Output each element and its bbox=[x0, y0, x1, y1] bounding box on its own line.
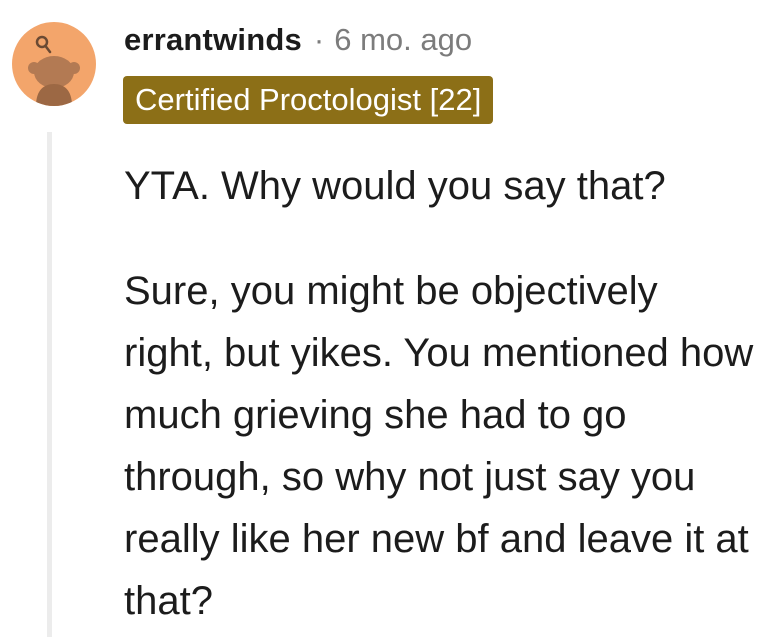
comment: errantwinds · 6 mo. ago Certified Procto… bbox=[0, 0, 765, 637]
comment-body: YTA. Why would you say that? Sure, you m… bbox=[124, 155, 754, 632]
comment-meta: errantwinds · 6 mo. ago bbox=[124, 18, 472, 62]
user-flair: Certified Proctologist [22] bbox=[123, 76, 494, 124]
separator-dot: · bbox=[313, 22, 325, 57]
snoo-avatar-icon bbox=[28, 35, 80, 106]
comment-paragraph: YTA. Why would you say that? bbox=[124, 164, 666, 208]
comment-paragraph: Sure, you might be objectively right, bu… bbox=[124, 269, 754, 623]
username-link[interactable]: errantwinds bbox=[124, 22, 302, 58]
thread-collapse-line[interactable] bbox=[47, 132, 52, 637]
user-avatar[interactable] bbox=[12, 22, 96, 106]
comment-timestamp[interactable]: 6 mo. ago bbox=[334, 22, 472, 58]
